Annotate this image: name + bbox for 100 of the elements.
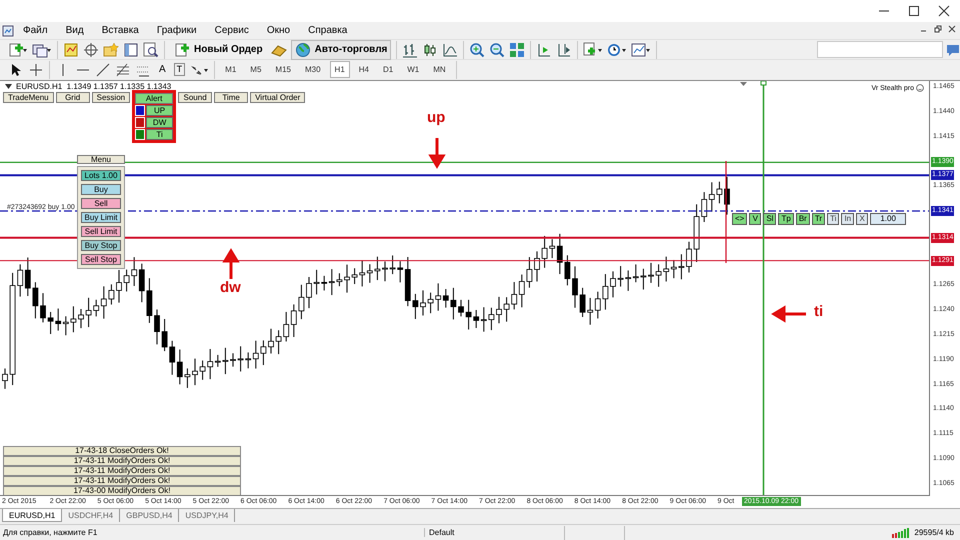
- chart-tab[interactable]: EURUSD,H1: [2, 509, 62, 522]
- document-plus-icon: [174, 42, 190, 58]
- timeframe-button[interactable]: H1: [330, 61, 350, 78]
- timeframe-button[interactable]: M30: [300, 61, 326, 78]
- annotation-arrow: [771, 306, 808, 322]
- maximize-icon[interactable]: [908, 5, 920, 17]
- menu-item[interactable]: Сервис: [206, 25, 258, 36]
- timeframe-button[interactable]: M5: [245, 61, 266, 78]
- auto-trading-button[interactable]: Авто-торговля: [290, 40, 392, 60]
- order-action-button[interactable]: V: [749, 213, 762, 225]
- order-action-button[interactable]: <>: [732, 213, 748, 225]
- clock-icon[interactable]: [607, 42, 628, 58]
- timeframe-button[interactable]: D1: [378, 61, 398, 78]
- order-button[interactable]: Buy: [81, 184, 121, 195]
- magnifier-icon[interactable]: [143, 42, 159, 58]
- fibonacci-icon[interactable]: [115, 62, 131, 78]
- panel-tab[interactable]: Sound: [178, 92, 212, 103]
- annotation-label: dw: [220, 279, 241, 296]
- order-action-button[interactable]: Br: [796, 213, 810, 225]
- timeframe-button[interactable]: H4: [354, 61, 374, 78]
- dropdown-icon[interactable]: [5, 84, 12, 89]
- menu-item[interactable]: Графики: [148, 25, 206, 36]
- order-action-button[interactable]: Tp: [778, 213, 794, 225]
- color-swatch[interactable]: [135, 129, 146, 140]
- log-message: 17-43-11 ModifyOrders Ok!: [3, 466, 241, 476]
- log-message: 17-43-18 CloseOrders Ok!: [3, 446, 241, 456]
- order-action-button[interactable]: In: [841, 213, 854, 225]
- globe-icon: [294, 42, 311, 58]
- chart-tab[interactable]: GBPUSD,H4: [120, 509, 180, 522]
- chart-tag-icon[interactable]: [63, 42, 79, 58]
- restore-icon[interactable]: [934, 25, 942, 33]
- order-button[interactable]: Sell Limit: [81, 226, 121, 237]
- new-order-button[interactable]: Новый Ордер: [170, 40, 267, 60]
- stacked-windows-icon[interactable]: [32, 42, 52, 58]
- indicator-add-icon[interactable]: [583, 42, 604, 58]
- menu-item[interactable]: Вставка: [92, 25, 148, 36]
- menu-item[interactable]: Файл: [14, 25, 57, 36]
- order-button[interactable]: Buy Limit: [81, 212, 121, 223]
- profile-name: Default: [424, 528, 564, 537]
- chart-shift-icon[interactable]: [556, 42, 572, 58]
- tile-windows-icon[interactable]: [509, 42, 526, 58]
- order-action-button[interactable]: X: [856, 213, 868, 225]
- panel-tab[interactable]: TradeMenu: [3, 92, 54, 103]
- chat-icon[interactable]: [946, 42, 960, 56]
- annotation-arrow: [224, 248, 238, 280]
- connection-bars-icon: [892, 528, 910, 538]
- order-action-button[interactable]: Ti: [827, 213, 840, 225]
- order-button[interactable]: Buy Stop: [81, 240, 121, 251]
- menu-item[interactable]: Вид: [56, 25, 93, 36]
- label-tool[interactable]: T: [174, 63, 186, 76]
- order-button[interactable]: Lots 1.00: [81, 170, 121, 181]
- chart-tab[interactable]: USDCHF,H4: [62, 509, 120, 522]
- timeframe-button[interactable]: M15: [270, 61, 296, 78]
- annotation-label: ti: [814, 303, 824, 320]
- chart-tab[interactable]: USDJPY,H4: [179, 509, 236, 522]
- menu-item[interactable]: Окно: [258, 25, 300, 36]
- trend-line-icon[interactable]: [95, 62, 111, 78]
- order-button[interactable]: Sell: [81, 198, 121, 209]
- app-icon: [2, 24, 14, 36]
- chart-symbol-info: EURUSD.H1 1.1349 1.1357 1.1335 1.1343: [16, 82, 172, 91]
- auto-scroll-icon[interactable]: [536, 42, 552, 58]
- search-field[interactable]: [817, 41, 943, 58]
- timeframe-button[interactable]: W1: [402, 61, 424, 78]
- panel-tab[interactable]: Virtual Order: [250, 92, 306, 103]
- timeframe-button[interactable]: M1: [220, 61, 242, 78]
- crosshair-icon[interactable]: [83, 42, 99, 58]
- lots-field[interactable]: 1.00: [870, 213, 906, 225]
- color-swatch[interactable]: [135, 105, 146, 116]
- panel-tab[interactable]: Grid: [56, 92, 90, 103]
- traffic-info: 29595/4 kb: [914, 528, 954, 537]
- alert-button[interactable]: UP: [146, 105, 174, 116]
- annotation-arrow: [430, 136, 444, 169]
- menu-item[interactable]: Справка: [299, 25, 356, 36]
- close-icon[interactable]: [938, 5, 950, 17]
- panel-tab[interactable]: Alert: [135, 93, 174, 104]
- timeframe-button[interactable]: MN: [428, 61, 451, 78]
- panel-tab[interactable]: Time: [214, 92, 248, 103]
- color-swatch[interactable]: [135, 117, 146, 128]
- alert-button[interactable]: Ti: [146, 129, 174, 140]
- menu-header[interactable]: Menu: [77, 155, 125, 164]
- zoom-out-icon[interactable]: [489, 42, 506, 58]
- alert-button[interactable]: DW: [146, 117, 174, 128]
- window-icon[interactable]: [123, 42, 139, 58]
- close-icon[interactable]: [948, 25, 956, 33]
- log-message: 17-43-11 ModifyOrders Ok!: [3, 456, 241, 466]
- panel-tab[interactable]: Session: [92, 92, 130, 103]
- log-message: 17-43-00 ModifyOrders Ok!: [3, 486, 241, 496]
- folder-star-icon[interactable]: [103, 42, 119, 58]
- order-action-button[interactable]: Sl: [763, 213, 776, 225]
- zoom-in-icon[interactable]: [469, 42, 486, 58]
- line-chart-icon[interactable]: [442, 42, 458, 58]
- document-plus-icon[interactable]: [8, 42, 28, 58]
- order-action-button[interactable]: Tr: [812, 213, 826, 225]
- shift-marker-icon: [740, 82, 747, 86]
- bar-chart-icon[interactable]: [402, 42, 418, 58]
- order-button[interactable]: Sell Stop: [81, 254, 121, 265]
- crosshair-icon[interactable]: [28, 62, 44, 78]
- candlestick-icon[interactable]: [422, 42, 438, 58]
- text-tool[interactable]: A: [155, 62, 170, 78]
- template-icon[interactable]: [631, 42, 652, 58]
